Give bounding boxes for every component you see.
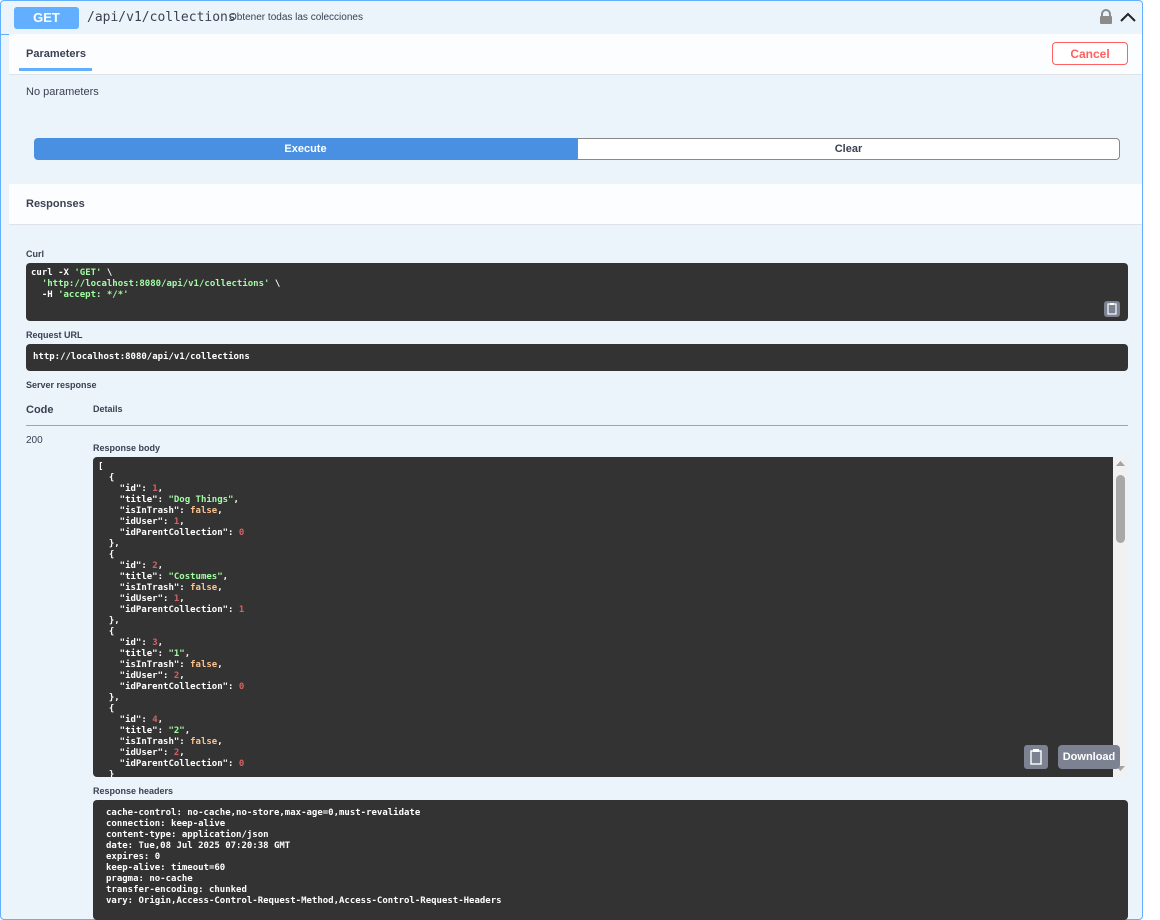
operation-summary[interactable]: GET /api/v1/collections Obtener todas la… xyxy=(1,1,1142,35)
response-body-label: Response body xyxy=(93,443,161,453)
curl-command: curl -X 'GET' \ 'http://localhost:8080/a… xyxy=(31,268,280,301)
clipboard-icon xyxy=(1107,303,1117,315)
execute-button[interactable]: Execute xyxy=(34,138,577,160)
lock-icon[interactable] xyxy=(1099,9,1113,25)
request-url-block: http://localhost:8080/api/v1/collections xyxy=(26,344,1128,371)
chevron-up-icon[interactable] xyxy=(1119,9,1137,25)
tab-parameters[interactable]: Parameters xyxy=(26,48,86,60)
tab-active-indicator xyxy=(19,68,92,71)
curl-label: Curl xyxy=(26,249,44,259)
code-column-header: Code xyxy=(26,404,54,416)
request-url-label: Request URL xyxy=(26,330,83,340)
method-badge: GET xyxy=(14,7,79,29)
server-response-label: Server response xyxy=(26,380,97,390)
scroll-up-arrow-icon[interactable] xyxy=(1116,460,1125,467)
request-url: http://localhost:8080/api/v1/collections xyxy=(33,352,250,362)
parameters-header xyxy=(9,34,1142,75)
details-column-header: Details xyxy=(93,404,123,414)
curl-line: 'http://localhost:8080/api/v1/collection… xyxy=(41,279,281,289)
divider xyxy=(26,425,1128,426)
responses-title: Responses xyxy=(26,198,85,210)
scrollbar-thumb[interactable] xyxy=(1116,475,1125,543)
response-headers-label: Response headers xyxy=(93,786,174,796)
curl-line: curl -X 'GET' \ xyxy=(31,268,113,278)
curl-block: curl -X 'GET' \ 'http://localhost:8080/a… xyxy=(26,263,1128,321)
no-parameters-text: No parameters xyxy=(26,86,99,98)
curl-line: -H 'accept: */*' xyxy=(31,290,129,300)
download-button[interactable]: Download xyxy=(1058,745,1120,769)
response-code: 200 xyxy=(26,435,43,446)
response-headers-text: cache-control: no-cache,no-store,max-age… xyxy=(106,808,502,906)
endpoint-path: /api/v1/collections xyxy=(87,10,236,25)
response-body-scrollbar[interactable] xyxy=(1113,457,1128,777)
copy-curl-button[interactable] xyxy=(1104,301,1120,317)
response-headers-block: cache-control: no-cache,no-store,max-age… xyxy=(93,800,1128,920)
endpoint-description: Obtener todas las colecciones xyxy=(229,12,363,23)
responses-header xyxy=(9,184,1142,225)
response-body-json: [ { "id": 1, "title": "Dog Things", "isI… xyxy=(98,462,245,777)
cancel-button[interactable]: Cancel xyxy=(1052,42,1128,65)
clear-button[interactable]: Clear xyxy=(577,138,1120,160)
clipboard-icon xyxy=(1030,749,1042,765)
copy-body-button[interactable] xyxy=(1024,745,1048,769)
response-body-block[interactable]: [ { "id": 1, "title": "Dog Things", "isI… xyxy=(93,457,1128,777)
